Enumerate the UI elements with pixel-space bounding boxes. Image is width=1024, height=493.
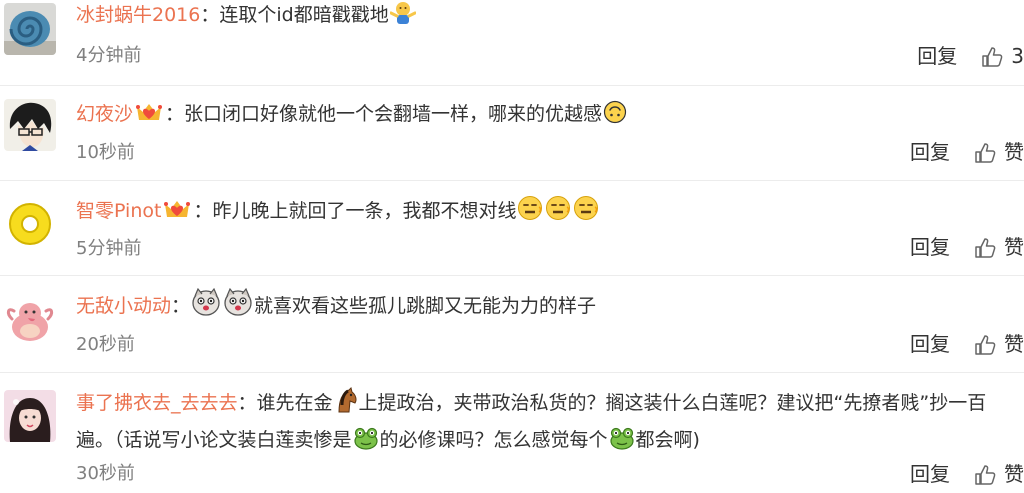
- comment-time: 5分钟前: [76, 238, 142, 259]
- comment-line: 幻夜沙 ：张口闭口好像就他一个会翻墙一样，哪来的优越感: [76, 99, 1018, 134]
- comment-time: 30秒前: [76, 463, 135, 484]
- like-label: 赞: [1004, 462, 1024, 486]
- comment-actions: 回复 赞: [910, 233, 1024, 266]
- reply-button[interactable]: 回复: [917, 42, 957, 70]
- like-label: 赞: [1004, 235, 1024, 259]
- comment-actions: 回复 3: [917, 42, 1024, 75]
- username-link[interactable]: 幻夜沙: [76, 103, 133, 125]
- username-link[interactable]: 冰封蜗牛2016: [76, 4, 200, 26]
- reply-button[interactable]: 回复: [910, 233, 950, 261]
- like-button[interactable]: 赞: [974, 330, 1024, 363]
- zipper-face-emoji-icon: [545, 195, 571, 231]
- reply-button[interactable]: 回复: [910, 460, 950, 488]
- avatar[interactable]: [4, 99, 56, 151]
- reply-button[interactable]: 回复: [910, 330, 950, 358]
- fan-badge-icon: [134, 101, 164, 133]
- comment-item: 事了拂衣去_去去去：谁先在金 上提政治，夹带政治私货的？搁这装什么白莲呢？建议把“…: [0, 372, 1024, 486]
- zipper-face-emoji-icon: [517, 195, 543, 231]
- like-label: 3: [1011, 44, 1024, 68]
- thumbs-up-icon: [974, 142, 996, 171]
- frog-emoji-icon: [609, 426, 635, 461]
- comment-item: 无敌小动动： 就喜欢看这些孤儿跳脚又无能为力的样子 20秒前 回复 赞: [0, 275, 1024, 373]
- thumbs-up-icon: [974, 464, 996, 493]
- colon: ：: [165, 103, 185, 125]
- like-label: 赞: [1004, 332, 1024, 356]
- comment-text: 张口闭口好像就他一个会翻墙一样，哪来的优越感: [184, 103, 603, 125]
- comment-text: 就喜欢看这些孤儿跳脚又无能为力的样子: [254, 295, 597, 317]
- thumbs-up-icon: [981, 46, 1003, 75]
- like-button[interactable]: 赞: [974, 138, 1024, 171]
- thumbs-up-icon: [974, 237, 996, 266]
- comment-text: 昨儿晚上就回了一条，我都不想对线: [212, 200, 517, 222]
- colon: ：: [200, 4, 220, 26]
- girl-portrait-avatar-icon: [4, 390, 56, 442]
- thumbs-up-icon: [974, 334, 996, 363]
- comment-actions: 回复 赞: [910, 330, 1024, 363]
- comment-line: 事了拂衣去_去去去：谁先在金 上提政治，夹带政治私货的？搁这装什么白莲呢？建议把“…: [76, 387, 1018, 461]
- comment-item: 幻夜沙 ：张口闭口好像就他一个会翻墙一样，哪来的优越感 10秒前 回复 赞: [0, 85, 1024, 181]
- frog-emoji-icon: [353, 426, 379, 461]
- reply-button[interactable]: 回复: [910, 138, 950, 166]
- comment-time: 4分钟前: [76, 45, 142, 66]
- pink-creature-avatar-icon: [4, 293, 56, 345]
- comment-text: 连取个id都暗戳戳地: [219, 4, 389, 26]
- comment-list: 冰封蜗牛2016：连取个id都暗戳戳地 4分钟前 回复 3 幻夜沙 ：张口闭口好像就…: [0, 0, 1024, 486]
- like-label: 赞: [1004, 140, 1024, 164]
- avatar[interactable]: [4, 390, 56, 442]
- comment-line: 无敌小动动： 就喜欢看这些孤儿跳脚又无能为力的样子: [76, 287, 1018, 326]
- avatar[interactable]: [4, 198, 56, 250]
- upside-down-face-emoji-icon: [603, 100, 627, 134]
- yellow-ring-avatar-icon: [4, 198, 56, 250]
- comment-time: 10秒前: [76, 142, 135, 163]
- username-link[interactable]: 智零Pinot: [76, 200, 161, 222]
- fan-badge-icon: [162, 198, 192, 230]
- comment-item: 冰封蜗牛2016：连取个id都暗戳戳地 4分钟前 回复 3: [0, 0, 1024, 86]
- colon: ：: [171, 295, 191, 317]
- comment-time: 20秒前: [76, 334, 135, 355]
- like-button[interactable]: 3: [981, 42, 1024, 75]
- comment-text: 都会啊): [635, 429, 700, 451]
- username-link[interactable]: 无敌小动动: [76, 295, 171, 317]
- anime-glasses-avatar-icon: [4, 99, 56, 151]
- comment-item: 智零Pinot ：昨儿晚上就回了一条，我都不想对线 5分钟前 回复 赞: [0, 180, 1024, 276]
- colon: ：: [237, 392, 257, 414]
- colon: ：: [193, 200, 213, 222]
- horse-emoji-icon: [334, 387, 358, 424]
- doge-emoji-icon: [191, 287, 221, 326]
- snail-shell-avatar-icon: [4, 3, 56, 55]
- comment-line: 冰封蜗牛2016：连取个id都暗戳戳地: [76, 0, 1018, 35]
- like-button[interactable]: 赞: [974, 233, 1024, 266]
- comment-text: 的必修课吗？怎么感觉每个: [379, 429, 608, 451]
- comment-actions: 回复 赞: [910, 138, 1024, 171]
- doge-emoji-icon: [223, 287, 253, 326]
- comment-actions: 回复 赞: [910, 460, 1024, 493]
- avatar[interactable]: [4, 3, 56, 55]
- comment-text: 谁先在金: [256, 392, 333, 414]
- zipper-face-emoji-icon: [573, 195, 599, 231]
- like-button[interactable]: 赞: [974, 460, 1024, 493]
- avatar[interactable]: [4, 293, 56, 345]
- comment-line: 智零Pinot ：昨儿晚上就回了一条，我都不想对线: [76, 195, 1018, 231]
- shrug-emoji-icon: [389, 1, 417, 35]
- username-link[interactable]: 事了拂衣去_去去去: [76, 392, 238, 414]
